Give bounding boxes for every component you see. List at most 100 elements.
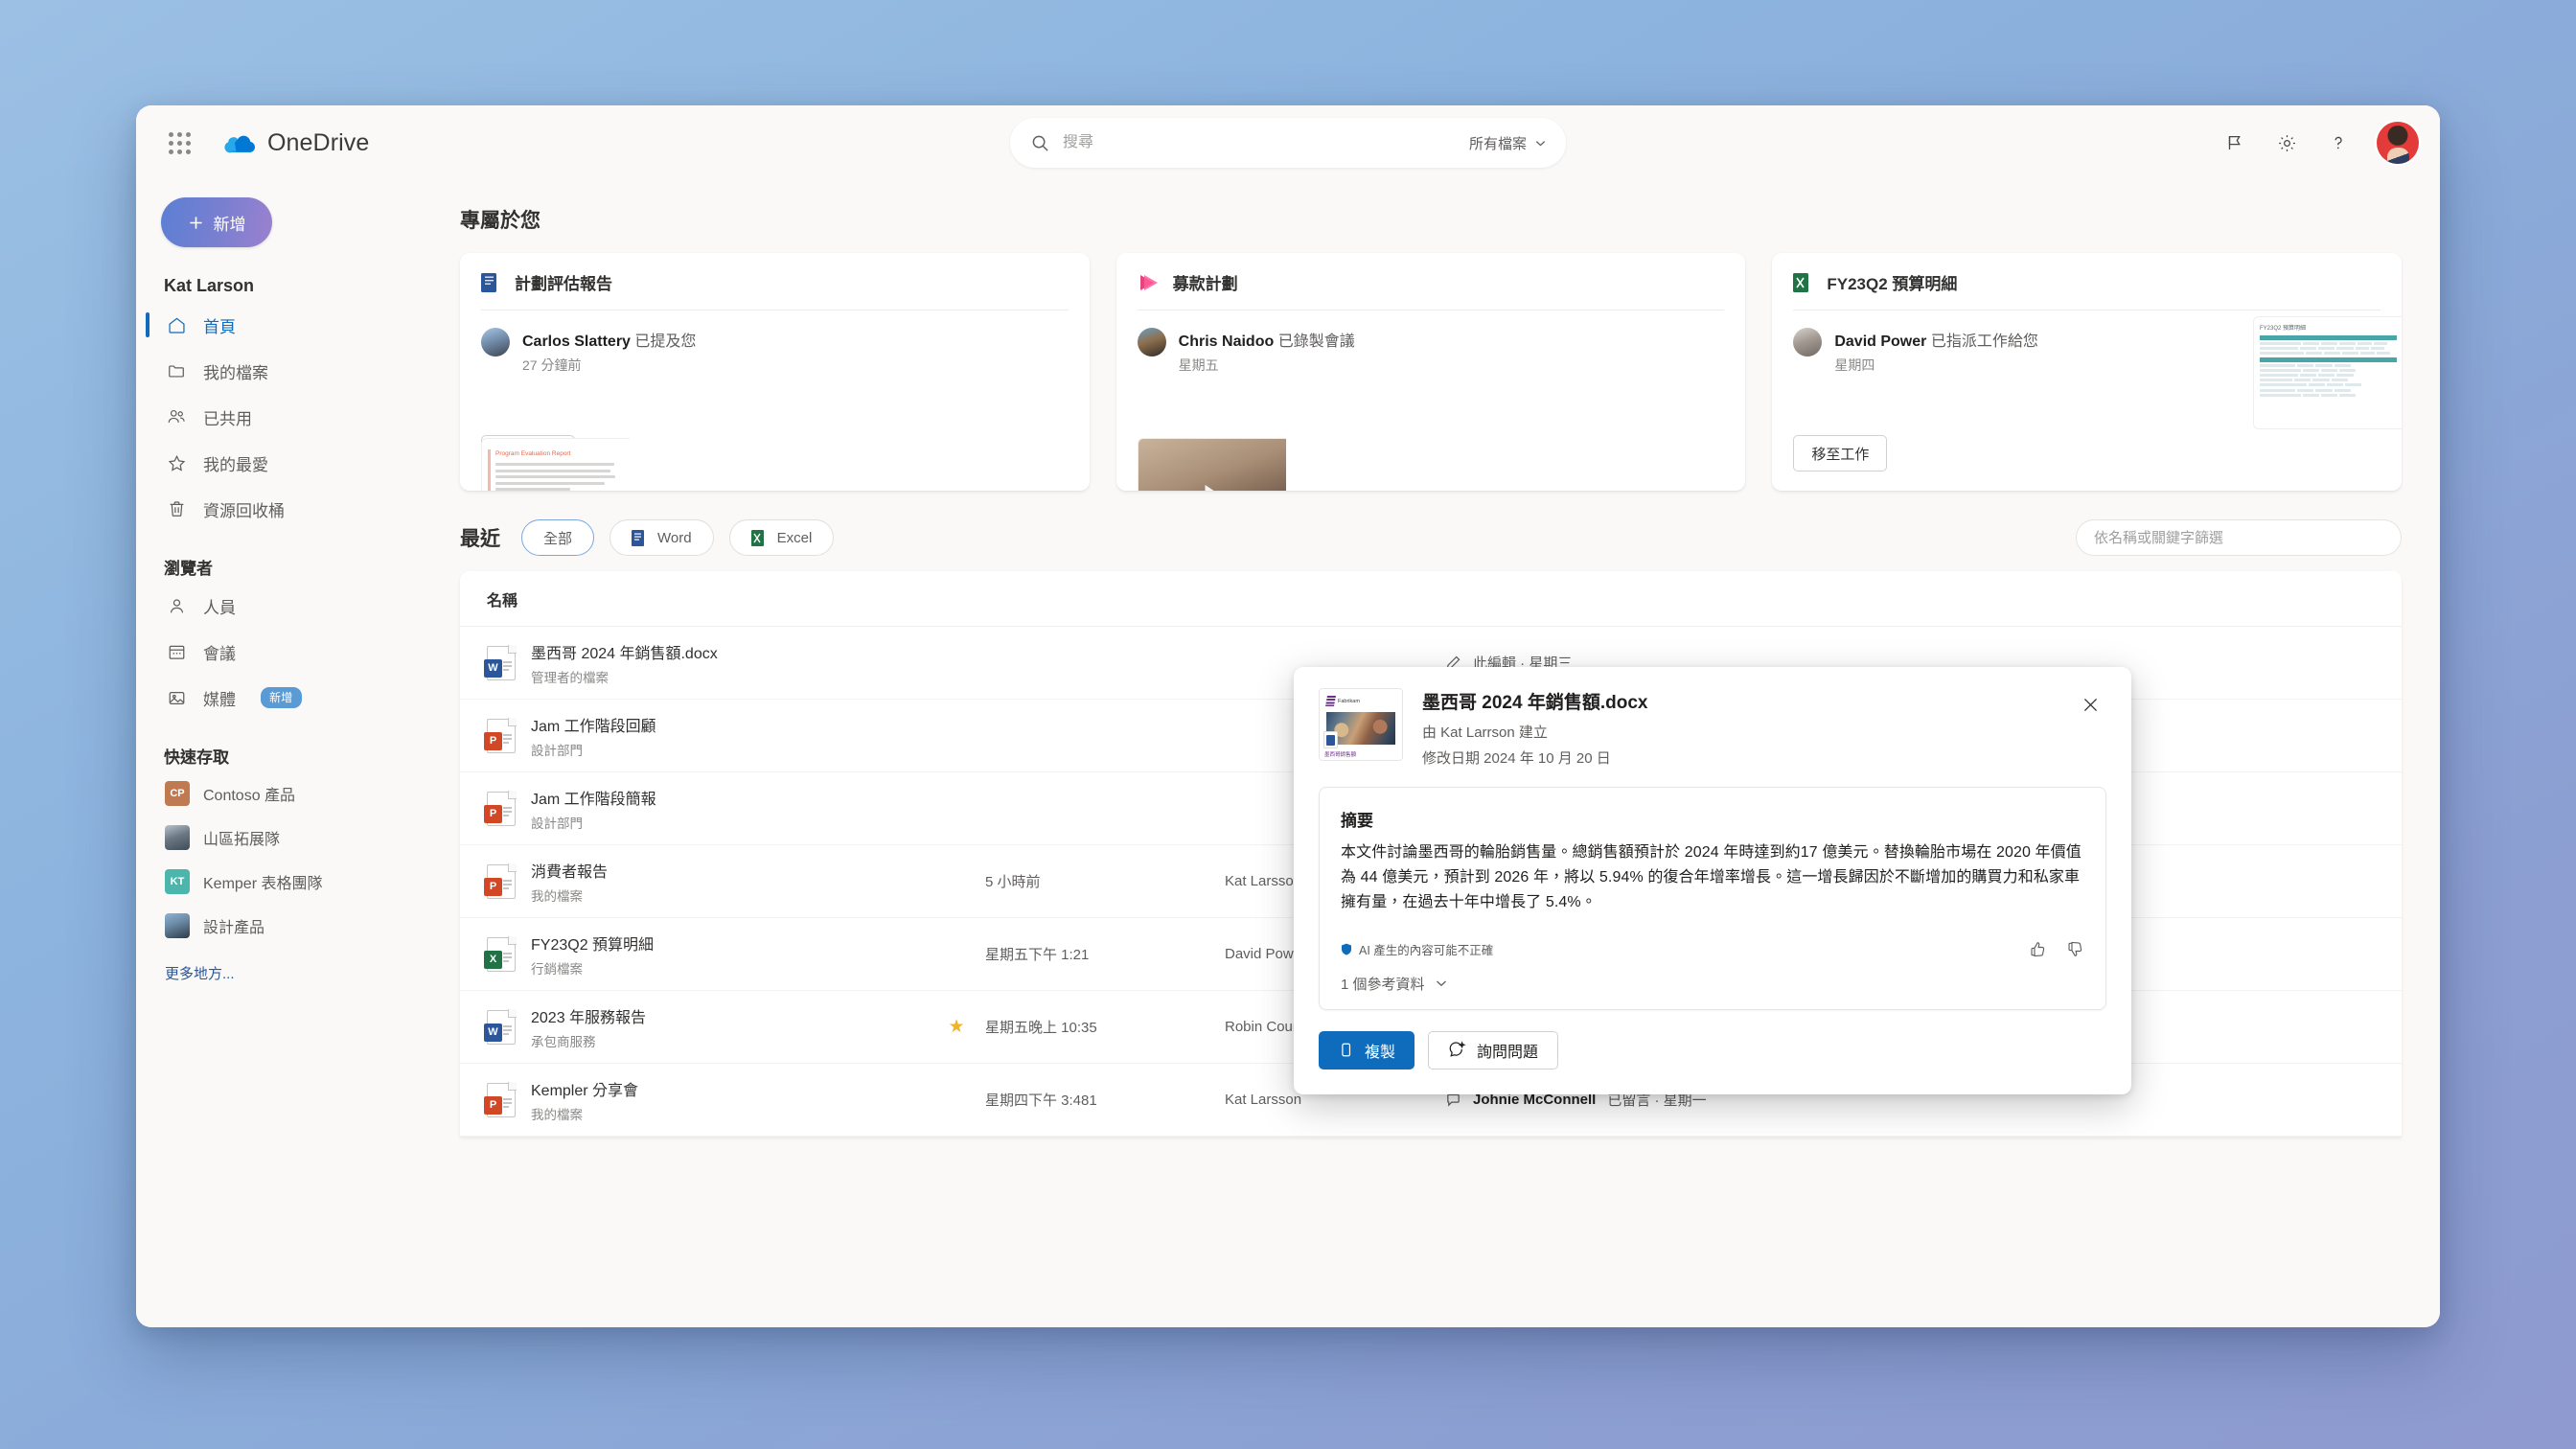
word-file-icon: W (484, 645, 517, 680)
card-actor-name: David Power (1834, 334, 1927, 350)
word-file-icon: W (484, 1009, 517, 1045)
user-avatar[interactable] (2377, 122, 2419, 164)
shield-icon (1341, 943, 1352, 955)
site-tile-icon (165, 825, 190, 850)
search-scope-dropdown[interactable]: 所有檔案 (1469, 133, 1547, 153)
go-to-task-button[interactable]: 移至工作 (1793, 435, 1888, 472)
sidebar-item-home[interactable]: 首頁 (146, 302, 410, 348)
filter-chip-all[interactable]: 全部 (521, 519, 595, 556)
file-summary-popup: Fabrikam 墨西哥銷售額 墨西哥 2024 年銷售額.docx 由 Kat… (1294, 667, 2131, 1094)
search-icon (1031, 134, 1049, 152)
popup-created-by: 由 Kat Larrson 建立 (1422, 724, 1548, 741)
header-actions (2214, 122, 2419, 164)
quick-access-design[interactable]: 設計產品 (153, 904, 410, 948)
close-icon[interactable] (2074, 688, 2106, 721)
card-actor-name: Carlos Slattery (522, 334, 631, 350)
sidebar-item-label: 我的最愛 (203, 455, 268, 474)
brand-name: OneDrive (267, 128, 370, 156)
filter-chip-word[interactable]: Word (610, 519, 714, 556)
plus-icon (188, 215, 204, 231)
sidebar-item-media[interactable]: 媒體 新增 (153, 675, 410, 721)
powerpoint-file-icon: P (484, 791, 517, 826)
trash-icon (165, 497, 188, 520)
search-input[interactable] (1063, 134, 1469, 151)
site-tile-icon: KT (165, 869, 190, 894)
popup-file-name: 墨西哥 2024 年銷售額.docx (1422, 693, 1648, 713)
for-you-card[interactable]: 計劃評估報告 Carlos Slattery 已提及您 27 分鐘前 Progr… (460, 253, 1090, 491)
card-title: 計劃評估報告 (515, 275, 612, 293)
file-date: 5 小時前 (985, 874, 1041, 890)
word-icon (481, 271, 502, 294)
file-location: 設計部門 (531, 743, 583, 758)
star-icon[interactable]: ★ (928, 1016, 985, 1038)
thumbs-up-icon[interactable] (2029, 940, 2047, 958)
star-icon (165, 451, 188, 474)
list-column-header: 名稱 (460, 571, 2402, 627)
thumbnail-brand: Fabrikam (1325, 696, 1360, 706)
file-location: 管理者的檔案 (531, 670, 609, 685)
app-launcher-icon[interactable] (157, 121, 201, 165)
home-icon (165, 313, 188, 336)
quick-access-mountain[interactable]: 山區拓展隊 (153, 816, 410, 860)
gear-icon[interactable] (2266, 122, 2308, 164)
powerpoint-icon (1138, 272, 1161, 293)
thumbnail-caption: 墨西哥銷售額 (1324, 752, 1357, 758)
card-activity: Chris Naidoo 已錄製會議 (1179, 328, 1355, 351)
sidebar-item-label: 媒體 (203, 690, 236, 709)
powerpoint-file-icon: P (484, 718, 517, 753)
sidebar-item-meetings[interactable]: 會議 (153, 629, 410, 675)
app-window: OneDrive 所有檔案 (136, 105, 2440, 1327)
quick-access-label: 山區拓展隊 (203, 832, 281, 848)
card-action-text: 已錄製會議 (1277, 334, 1355, 350)
flag-icon[interactable] (2214, 122, 2256, 164)
feedback-buttons (2029, 940, 2084, 958)
for-you-card[interactable]: 募款計劃 Chris Naidoo 已錄製會議 星期五 (1116, 253, 1746, 491)
file-date: 星期五下午 1:21 (985, 947, 1090, 963)
references-toggle[interactable]: 1 個參考資料 (1341, 974, 2084, 994)
quick-access-label: Contoso 產品 (203, 788, 296, 804)
popup-summary-card: 摘要 本文件討論墨西哥的輪胎銷售量。總銷售額預計於 2024 年時達到約17 億… (1319, 787, 2106, 1010)
brand-onedrive[interactable]: OneDrive (222, 129, 369, 157)
sidebar-item-favorites[interactable]: 我的最愛 (153, 440, 410, 486)
sidebar-item-recycle-bin[interactable]: 資源回收桶 (153, 486, 410, 532)
sidebar-user-name: Kat Larson (164, 276, 255, 295)
person-icon (165, 594, 188, 617)
summary-body: 本文件討論墨西哥的輪胎銷售量。總銷售額預計於 2024 年時達到約17 億美元。… (1341, 844, 2082, 910)
file-location: 承包商服務 (531, 1034, 596, 1049)
sidebar-item-people[interactable]: 人員 (153, 583, 410, 629)
sidebar-item-my-files[interactable]: 我的檔案 (153, 348, 410, 394)
powerpoint-file-icon: P (484, 863, 517, 899)
quick-access-contoso[interactable]: CP Contoso 產品 (153, 771, 410, 816)
thumbs-down-icon[interactable] (2066, 940, 2084, 958)
recent-title: 最近 (460, 528, 500, 550)
thumbnail-title: Program Evaluation Report (495, 450, 571, 457)
page-title: 專屬於您 (460, 210, 540, 232)
onedrive-cloud-icon (222, 132, 255, 153)
sidebar-item-shared[interactable]: 已共用 (153, 394, 410, 440)
card-timestamp: 星期四 (1834, 357, 1875, 373)
app-header: OneDrive 所有檔案 (136, 105, 2440, 180)
sidebar: 新增 Kat Larson 首頁 我的檔案 已共用 我的最愛 資源回收桶 瀏覽者… (136, 180, 424, 1327)
help-icon[interactable] (2317, 122, 2359, 164)
filter-chip-excel[interactable]: Excel (728, 519, 835, 556)
avatar (1793, 328, 1823, 356)
more-places-link[interactable]: 更多地方... (165, 963, 410, 983)
file-name: FY23Q2 預算明細 (531, 936, 655, 954)
search-bar[interactable]: 所有檔案 (1010, 118, 1566, 168)
image-icon (165, 686, 188, 709)
card-video-thumbnail[interactable] (1137, 438, 1286, 491)
card-title: 募款計劃 (1172, 275, 1238, 293)
for-you-card[interactable]: FY23Q2 預算明細 David Power 已指派工作給您 星期四 移至工作… (1772, 253, 2403, 491)
ai-disclaimer: AI 產生的內容可能不正確 (1341, 940, 1493, 958)
copy-button[interactable]: 複製 (1319, 1030, 1415, 1070)
ask-question-button[interactable]: 詢問問題 (1428, 1030, 1559, 1070)
new-button[interactable]: 新增 (161, 197, 272, 247)
chevron-down-icon (1435, 977, 1448, 990)
quick-access-kemper[interactable]: KT Kemper 表格團隊 (153, 860, 410, 904)
for-you-cards: 計劃評估報告 Carlos Slattery 已提及您 27 分鐘前 Progr… (460, 253, 2403, 491)
word-icon (632, 529, 648, 547)
card-action-text: 已提及您 (634, 334, 697, 350)
sidebar-item-label: 已共用 (203, 409, 252, 428)
main-content: 專屬於您 計劃評估報告 Carlos Slattery 已提及您 27 分鐘前 … (424, 180, 2440, 1327)
filter-input[interactable] (2076, 519, 2402, 556)
